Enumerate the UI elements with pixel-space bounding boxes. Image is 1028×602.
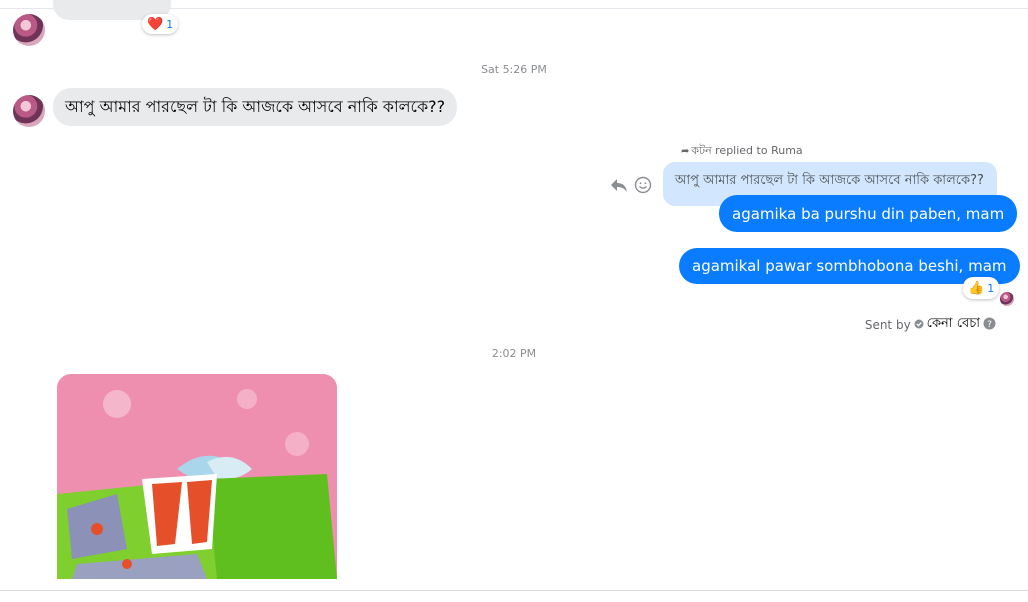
reaction-count: 1 [987,281,995,295]
quoted-message-text: আপু আমার পারছেল টা কি আজকে আসবে নাকি কাল… [675,173,984,188]
thumbs-up-reaction-icon: 👍 [968,280,985,296]
verified-icon [914,318,924,332]
reply-label: ➦ কটন replied to Ruma [681,142,803,161]
svg-text:?: ? [987,320,992,330]
read-receipt-avatar [1000,292,1014,306]
timestamp-sat: Sat 5:26 PM [481,63,547,76]
help-icon[interactable]: ? [983,317,996,333]
sent-by-label: Sent by [864,317,911,332]
previous-message-reaction[interactable]: ❤️ 1 [142,14,179,34]
reply-icon[interactable] [610,177,628,197]
sent-by-info: Sent by কেনা বেচা ? [865,314,996,335]
reaction-count: 1 [166,17,174,31]
reply-label-text: কটন replied to Ruma [691,144,803,157]
heart-reaction-icon: ❤️ [147,16,164,32]
react-smiley-icon[interactable] [634,176,652,198]
photo-attachment[interactable] [57,374,337,579]
composer-divider [0,590,1028,591]
message-actions [610,176,652,198]
outgoing-message-reaction[interactable]: 👍 1 [963,277,1000,299]
timestamp-afternoon: 2:02 PM [491,347,537,360]
contact-avatar[interactable] [13,95,45,127]
sender-name: কেনা বেচা [926,316,980,331]
outgoing-reply-bubble[interactable]: agamika ba purshu din paben, mam [719,195,1018,232]
reply-arrow-icon: ➦ [681,146,690,157]
contact-avatar[interactable] [13,14,45,46]
incoming-message-bubble[interactable]: আপু আমার পারছেল টা কি আজকে আসবে নাকি কাল… [53,88,458,126]
